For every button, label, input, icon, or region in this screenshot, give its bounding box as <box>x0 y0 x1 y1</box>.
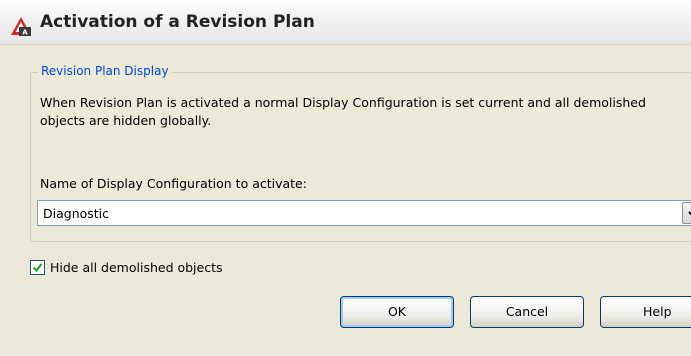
activation-dialog: A Activation of a Revision Plan Revision… <box>0 0 691 356</box>
autocad-app-icon: A <box>10 16 32 37</box>
help-button[interactable]: Help <box>600 296 691 328</box>
ok-button[interactable]: OK <box>340 296 454 328</box>
cancel-button[interactable]: Cancel <box>470 296 584 328</box>
hide-demolished-label[interactable]: Hide all demolished objects <box>50 260 223 275</box>
window-title: Activation of a Revision Plan <box>40 12 315 32</box>
hide-demolished-checkbox[interactable] <box>30 260 45 275</box>
checkmark-icon <box>32 263 43 273</box>
title-bar[interactable]: A Activation of a Revision Plan <box>0 0 691 45</box>
group-description: When Revision Plan is activated a normal… <box>40 95 646 128</box>
display-config-value: Diagnostic <box>43 206 110 221</box>
display-config-label: Name of Display Configuration to activat… <box>40 176 307 191</box>
display-config-dropdown[interactable]: Diagnostic <box>37 200 691 226</box>
svg-text:A: A <box>22 29 28 37</box>
dropdown-arrow-button[interactable] <box>682 202 691 224</box>
group-legend: Revision Plan Display <box>38 64 172 78</box>
